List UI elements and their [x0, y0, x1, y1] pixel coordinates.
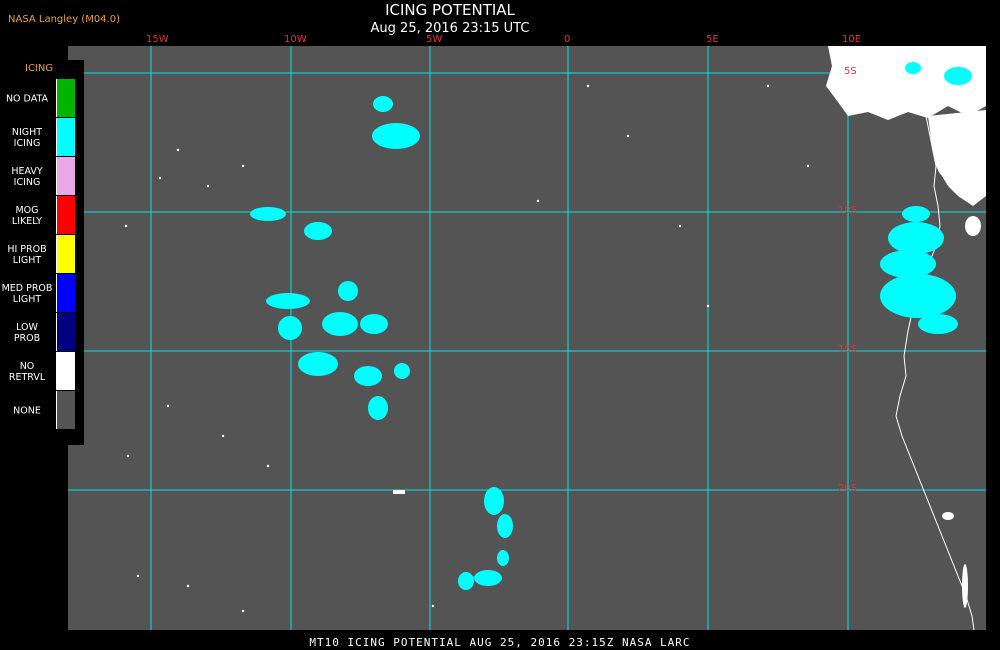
legend-label: NONE — [13, 405, 41, 416]
legend-swatch — [56, 118, 75, 156]
legend-label: MED PROB LIGHT — [1, 282, 53, 305]
legend-item-no-retrieval: NO RETRVL — [0, 352, 84, 391]
longitude-label-5w: 5W — [426, 34, 443, 45]
map-canvas — [68, 46, 986, 630]
map-title: ICING POTENTIAL — [385, 1, 515, 19]
legend-swatch — [56, 235, 75, 273]
graticule — [68, 46, 986, 630]
legend-swatch — [56, 157, 75, 195]
legend-label: MOG LIKELY — [11, 204, 43, 227]
legend-swatch — [56, 79, 75, 117]
legend-item-heavy-icing: HEAVY ICING — [0, 157, 84, 196]
legend-swatch — [56, 352, 75, 390]
footer-caption: MT10 ICING POTENTIAL AUG 25, 2016 23:15Z… — [309, 636, 691, 649]
legend-label: NIGHT ICING — [11, 126, 43, 149]
latitude-label-20s: 20S — [838, 483, 858, 494]
map-timestamp: Aug 25, 2016 23:15 UTC — [370, 21, 530, 36]
latitude-label-15s: 15S — [838, 344, 858, 355]
legend-item-med-prob-light: MED PROB LIGHT — [0, 274, 84, 313]
legend-item-night-icing: NIGHT ICING — [0, 118, 84, 157]
longitude-label-5e: 5E — [706, 34, 719, 45]
icing-regions — [250, 62, 972, 590]
legend-label: HEAVY ICING — [11, 165, 43, 188]
legend-item-mog-likely: MOG LIKELY — [0, 196, 84, 235]
legend-label: LOW PROB — [13, 321, 41, 344]
latitude-label-10s: 10S — [838, 205, 858, 216]
legend-swatch — [56, 274, 75, 312]
legend-swatch — [56, 313, 75, 351]
longitude-label-15w: 15W — [146, 34, 169, 45]
longitude-label-10e: 10E — [842, 34, 862, 45]
legend-label: HI PROB LIGHT — [7, 243, 47, 266]
legend-swatch — [56, 391, 75, 429]
satellite-map: 5S 10S 15S 20S — [68, 46, 986, 630]
longitude-label-0: 0 — [564, 34, 571, 45]
legend-label: NO DATA — [5, 93, 49, 104]
legend-item-low-prob: LOW PROB — [0, 313, 84, 352]
latitude-label-5s: 5S — [844, 66, 857, 77]
legend-title: ICING — [25, 63, 54, 74]
legend-item-none: NONE — [0, 391, 84, 430]
longitude-label-10w: 10W — [284, 34, 307, 45]
legend-item-hi-prob-light: HI PROB LIGHT — [0, 235, 84, 274]
legend-item-no-data: NO DATA — [0, 79, 84, 118]
no-retrieval-region — [393, 46, 986, 608]
scattered-speckles — [124, 84, 810, 613]
legend-label: NO RETRVL — [8, 360, 46, 383]
legend-swatch — [56, 196, 75, 234]
